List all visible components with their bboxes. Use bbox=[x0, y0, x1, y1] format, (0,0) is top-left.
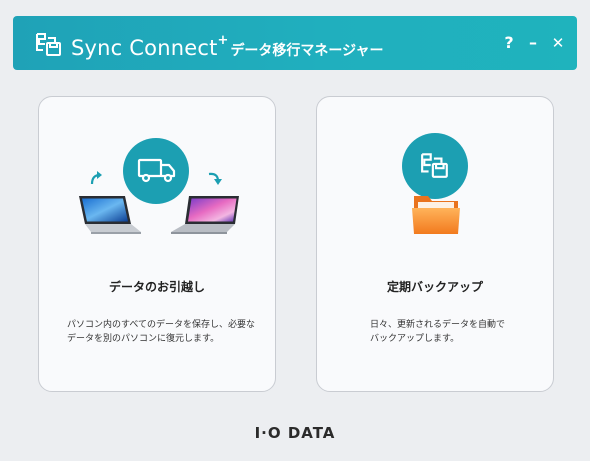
iodata-logo: I·O DATA bbox=[254, 424, 336, 442]
card-description: 日々、更新されるデータを自動でバックアップします。 bbox=[370, 320, 506, 344]
close-button[interactable]: ✕ bbox=[546, 30, 570, 56]
minimize-button[interactable]: – bbox=[521, 30, 545, 56]
card-title: 定期バックアップ bbox=[386, 280, 483, 294]
app-title: Sync Connect+データ移行マネージャー bbox=[71, 31, 383, 64]
app-logo-icon bbox=[421, 153, 448, 178]
truck-icon bbox=[137, 158, 176, 183]
app-logo-icon bbox=[36, 33, 61, 56]
target-laptop-icon bbox=[171, 196, 239, 234]
brand-plus: + bbox=[217, 33, 229, 48]
folder-icon bbox=[412, 196, 460, 234]
arrow-down-right-icon bbox=[208, 172, 222, 185]
data-migration-card[interactable]: データのお引越し パソコン内のすべてのデータを保存し、必要なデータを別のパソコン… bbox=[38, 96, 276, 392]
scheduled-backup-card[interactable]: 定期バックアップ 日々、更新されるデータを自動でバックアップします。 bbox=[316, 96, 554, 392]
card-title: データのお引越し bbox=[108, 280, 205, 294]
app-subtitle: データ移行マネージャー bbox=[230, 43, 384, 59]
help-button[interactable]: ? bbox=[497, 30, 521, 56]
card-description: パソコン内のすべてのデータを保存し、必要なデータを別のパソコンに復元します。 bbox=[67, 320, 256, 344]
title-bar: Sync Connect+データ移行マネージャー ? – ✕ bbox=[13, 16, 577, 70]
source-laptop-icon bbox=[79, 196, 141, 234]
brand-name: Sync Connect bbox=[71, 36, 218, 60]
arrow-up-right-icon bbox=[90, 171, 102, 185]
